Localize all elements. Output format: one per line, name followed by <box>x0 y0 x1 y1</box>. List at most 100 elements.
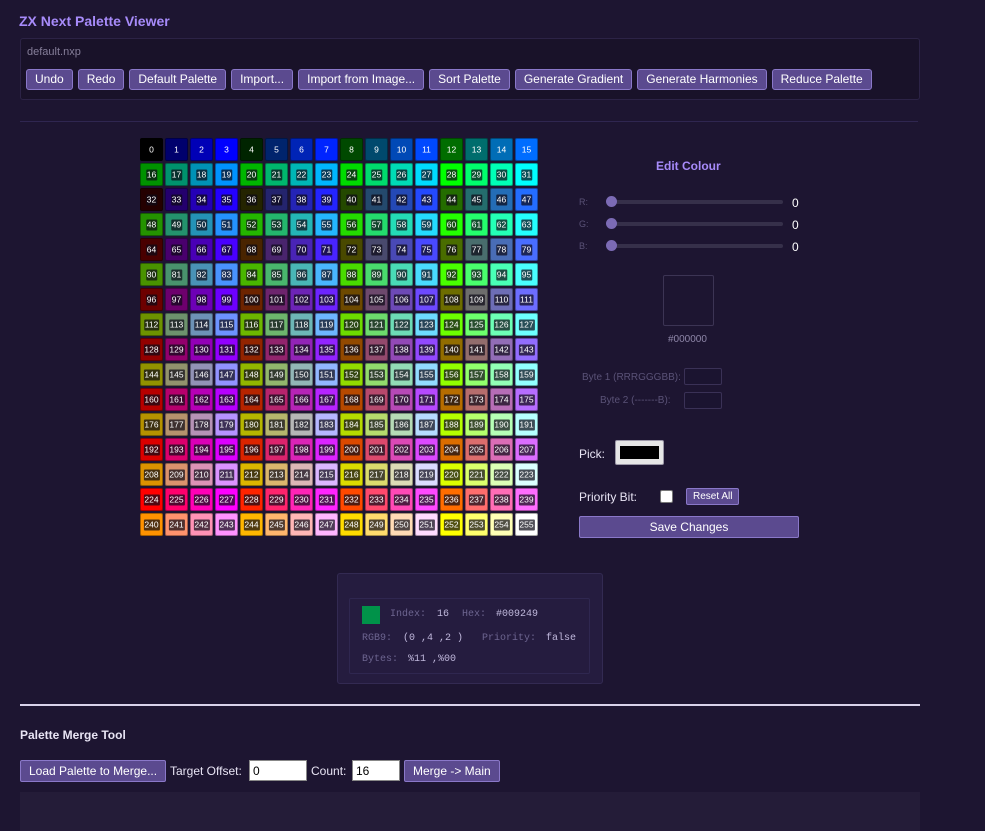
palette-cell[interactable]: 210 <box>190 463 213 486</box>
palette-cell[interactable]: 187 <box>415 413 438 436</box>
palette-cell[interactable]: 203 <box>415 438 438 461</box>
palette-cell[interactable]: 129 <box>165 338 188 361</box>
palette-cell[interactable]: 241 <box>165 513 188 536</box>
palette-cell[interactable]: 89 <box>365 263 388 286</box>
palette-cell[interactable]: 23 <box>315 163 338 186</box>
palette-cell[interactable]: 198 <box>290 438 313 461</box>
palette-cell[interactable]: 196 <box>240 438 263 461</box>
palette-cell[interactable]: 230 <box>290 488 313 511</box>
palette-cell[interactable]: 168 <box>340 388 363 411</box>
palette-cell[interactable]: 242 <box>190 513 213 536</box>
palette-cell[interactable]: 73 <box>365 238 388 261</box>
palette-cell[interactable]: 14 <box>490 138 513 161</box>
palette-cell[interactable]: 139 <box>415 338 438 361</box>
palette-cell[interactable]: 60 <box>440 213 463 236</box>
palette-cell[interactable]: 208 <box>140 463 163 486</box>
palette-cell[interactable]: 102 <box>290 288 313 311</box>
green-slider[interactable] <box>606 218 783 229</box>
palette-cell[interactable]: 109 <box>465 288 488 311</box>
palette-cell[interactable]: 150 <box>290 363 313 386</box>
palette-cell[interactable]: 169 <box>365 388 388 411</box>
palette-cell[interactable]: 214 <box>290 463 313 486</box>
palette-cell[interactable]: 218 <box>390 463 413 486</box>
palette-cell[interactable]: 68 <box>240 238 263 261</box>
palette-cell[interactable]: 195 <box>215 438 238 461</box>
palette-cell[interactable]: 134 <box>290 338 313 361</box>
palette-cell[interactable]: 8 <box>340 138 363 161</box>
palette-cell[interactable]: 249 <box>365 513 388 536</box>
palette-cell[interactable]: 219 <box>415 463 438 486</box>
palette-cell[interactable]: 248 <box>340 513 363 536</box>
palette-cell[interactable]: 225 <box>165 488 188 511</box>
palette-cell[interactable]: 104 <box>340 288 363 311</box>
palette-cell[interactable]: 76 <box>440 238 463 261</box>
palette-cell[interactable]: 148 <box>240 363 263 386</box>
palette-cell[interactable]: 30 <box>490 163 513 186</box>
reduce-palette-button[interactable]: Reduce Palette <box>771 69 872 90</box>
palette-cell[interactable]: 77 <box>465 238 488 261</box>
palette-cell[interactable]: 227 <box>215 488 238 511</box>
palette-cell[interactable]: 48 <box>140 213 163 236</box>
blue-slider[interactable] <box>606 240 783 251</box>
palette-cell[interactable]: 171 <box>415 388 438 411</box>
palette-cell[interactable]: 234 <box>390 488 413 511</box>
palette-cell[interactable]: 121 <box>365 313 388 336</box>
palette-cell[interactable]: 96 <box>140 288 163 311</box>
palette-cell[interactable]: 27 <box>415 163 438 186</box>
palette-cell[interactable]: 81 <box>165 263 188 286</box>
palette-cell[interactable]: 3 <box>215 138 238 161</box>
palette-cell[interactable]: 235 <box>415 488 438 511</box>
palette-cell[interactable]: 133 <box>265 338 288 361</box>
palette-cell[interactable]: 108 <box>440 288 463 311</box>
palette-cell[interactable]: 124 <box>440 313 463 336</box>
palette-cell[interactable]: 251 <box>415 513 438 536</box>
palette-cell[interactable]: 53 <box>265 213 288 236</box>
palette-cell[interactable]: 94 <box>490 263 513 286</box>
palette-cell[interactable]: 18 <box>190 163 213 186</box>
palette-cell[interactable]: 160 <box>140 388 163 411</box>
palette-cell[interactable]: 86 <box>290 263 313 286</box>
palette-cell[interactable]: 158 <box>490 363 513 386</box>
reset-all-button[interactable]: Reset All <box>686 488 740 505</box>
palette-cell[interactable]: 197 <box>265 438 288 461</box>
palette-cell[interactable]: 240 <box>140 513 163 536</box>
palette-cell[interactable]: 15 <box>515 138 538 161</box>
palette-cell[interactable]: 199 <box>315 438 338 461</box>
palette-cell[interactable]: 244 <box>240 513 263 536</box>
palette-cell[interactable]: 216 <box>340 463 363 486</box>
palette-cell[interactable]: 84 <box>240 263 263 286</box>
palette-cell[interactable]: 165 <box>265 388 288 411</box>
palette-cell[interactable]: 223 <box>515 463 538 486</box>
palette-cell[interactable]: 238 <box>490 488 513 511</box>
palette-cell[interactable]: 140 <box>440 338 463 361</box>
palette-cell[interactable]: 179 <box>215 413 238 436</box>
palette-cell[interactable]: 105 <box>365 288 388 311</box>
palette-cell[interactable]: 5 <box>265 138 288 161</box>
palette-cell[interactable]: 56 <box>340 213 363 236</box>
palette-cell[interactable]: 26 <box>390 163 413 186</box>
palette-cell[interactable]: 93 <box>465 263 488 286</box>
palette-cell[interactable]: 34 <box>190 188 213 211</box>
palette-cell[interactable]: 71 <box>315 238 338 261</box>
palette-cell[interactable]: 69 <box>265 238 288 261</box>
palette-cell[interactable]: 117 <box>265 313 288 336</box>
palette-cell[interactable]: 31 <box>515 163 538 186</box>
palette-cell[interactable]: 2 <box>190 138 213 161</box>
redo-button[interactable]: Redo <box>77 69 125 90</box>
palette-cell[interactable]: 162 <box>190 388 213 411</box>
palette-cell[interactable]: 166 <box>290 388 313 411</box>
palette-cell[interactable]: 155 <box>415 363 438 386</box>
palette-cell[interactable]: 164 <box>240 388 263 411</box>
palette-cell[interactable]: 21 <box>265 163 288 186</box>
palette-cell[interactable]: 174 <box>490 388 513 411</box>
palette-cell[interactable]: 91 <box>415 263 438 286</box>
palette-cell[interactable]: 145 <box>165 363 188 386</box>
palette-cell[interactable]: 178 <box>190 413 213 436</box>
byte1-input[interactable] <box>684 368 722 385</box>
target-offset-input[interactable] <box>249 760 307 781</box>
palette-cell[interactable]: 229 <box>265 488 288 511</box>
palette-cell[interactable]: 131 <box>215 338 238 361</box>
palette-cell[interactable]: 43 <box>415 188 438 211</box>
palette-cell[interactable]: 221 <box>465 463 488 486</box>
palette-cell[interactable]: 236 <box>440 488 463 511</box>
